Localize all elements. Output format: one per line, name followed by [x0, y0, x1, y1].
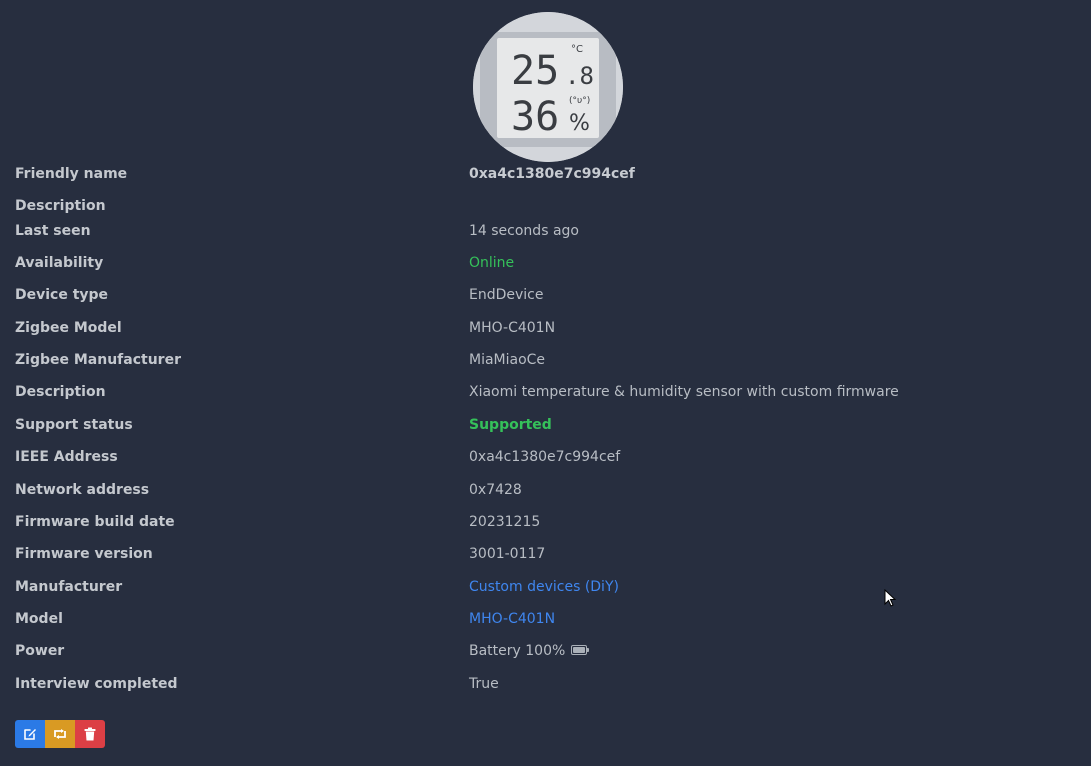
row-zigbee-model: Zigbee Model MHO-C401N	[15, 318, 1075, 338]
value-firmware-build-date: 20231215	[469, 514, 541, 530]
label-availability: Availability	[15, 255, 104, 271]
mouse-cursor-icon	[884, 589, 897, 607]
label-ieee-address: IEEE Address	[15, 449, 118, 465]
remove-button[interactable]	[75, 720, 105, 748]
edit-icon	[24, 729, 36, 740]
value-availability: Online	[469, 255, 515, 271]
power-text: Battery 100%	[469, 643, 566, 659]
edit-button[interactable]	[15, 720, 45, 748]
row-zigbee-manufacturer: Zigbee Manufacturer MiaMiaoCe	[15, 350, 1075, 370]
trash-icon	[84, 727, 96, 741]
value-support-status: Supported	[469, 417, 552, 433]
label-device-type: Device type	[15, 287, 109, 303]
label-network-address: Network address	[15, 482, 150, 498]
interview-button[interactable]	[45, 720, 75, 748]
row-firmware-version: Firmware version 3001-0117	[15, 544, 1075, 564]
interview-icon	[54, 729, 66, 739]
row-last-seen: Last seen 14 seconds ago	[15, 221, 1075, 241]
row-ieee-address: IEEE Address 0xa4c1380e7c994cef	[15, 447, 1075, 467]
row-device-type: Device type EndDevice	[15, 285, 1075, 305]
label-firmware-version: Firmware version	[15, 546, 153, 562]
display-temperature-unit: °C	[571, 44, 583, 55]
display-face-icon: (°υ°)	[569, 96, 590, 106]
row-model: Model MHO-C401N	[15, 609, 1075, 629]
label-model: Model	[15, 611, 63, 627]
value-last-seen: 14 seconds ago	[469, 223, 579, 239]
label-manufacturer: Manufacturer	[15, 579, 123, 595]
battery-icon	[571, 645, 590, 655]
value-zigbee-model: MHO-C401N	[469, 320, 556, 336]
label-support-status: Support status	[15, 417, 133, 433]
row-support-status: Support status Supported	[15, 415, 1075, 435]
display-temperature: 25	[511, 48, 559, 94]
label-firmware-build-date: Firmware build date	[15, 514, 175, 530]
device-actions	[15, 720, 105, 748]
value-network-address: 0x7428	[469, 482, 522, 498]
value-interview-completed: True	[469, 676, 499, 692]
row-manufacturer: Manufacturer Custom devices (DiY)	[15, 577, 1075, 597]
label-zigbee-model: Zigbee Model	[15, 320, 122, 336]
label-interview-completed: Interview completed	[15, 676, 178, 692]
row-network-address: Network address 0x7428	[15, 480, 1075, 500]
value-zigbee-manufacturer: MiaMiaoCe	[469, 352, 546, 368]
label-friendly-name: Friendly name	[15, 166, 128, 182]
label-description: Description	[15, 384, 106, 400]
row-firmware-build-date: Firmware build date 20231215	[15, 512, 1075, 532]
row-power: Power Battery 100%	[15, 641, 1075, 661]
label-power: Power	[15, 643, 65, 659]
row-description-1: Description	[15, 196, 1075, 216]
value-device-type: EndDevice	[469, 287, 544, 303]
display-humidity-unit: %	[569, 111, 590, 136]
value-description: Xiaomi temperature & humidity sensor wit…	[469, 384, 899, 400]
model-link[interactable]: MHO-C401N	[469, 609, 555, 629]
label-last-seen: Last seen	[15, 223, 91, 239]
value-ieee-address: 0xa4c1380e7c994cef	[469, 449, 621, 465]
display-temperature-decimal: .8	[565, 62, 594, 90]
row-availability: Availability Online	[15, 253, 1075, 273]
row-friendly-name: Friendly name 0xa4c1380e7c994cef	[15, 164, 1075, 184]
label-zigbee-manufacturer: Zigbee Manufacturer	[15, 352, 181, 368]
value-firmware-version: 3001-0117	[469, 546, 546, 562]
row-interview-completed: Interview completed True	[15, 674, 1075, 694]
value-power: Battery 100%	[469, 641, 590, 661]
label-description: Description	[15, 198, 106, 214]
display-humidity: 36	[511, 94, 559, 140]
device-image: 25 .8 °C 36 (°υ°) %	[473, 12, 623, 162]
value-friendly-name: 0xa4c1380e7c994cef	[469, 166, 635, 182]
row-description-2: Description Xiaomi temperature & humidit…	[15, 382, 1075, 402]
manufacturer-link[interactable]: Custom devices (DiY)	[469, 577, 619, 597]
e-ink-thermometer-icon: 25 .8 °C 36 (°υ°) %	[473, 12, 623, 162]
